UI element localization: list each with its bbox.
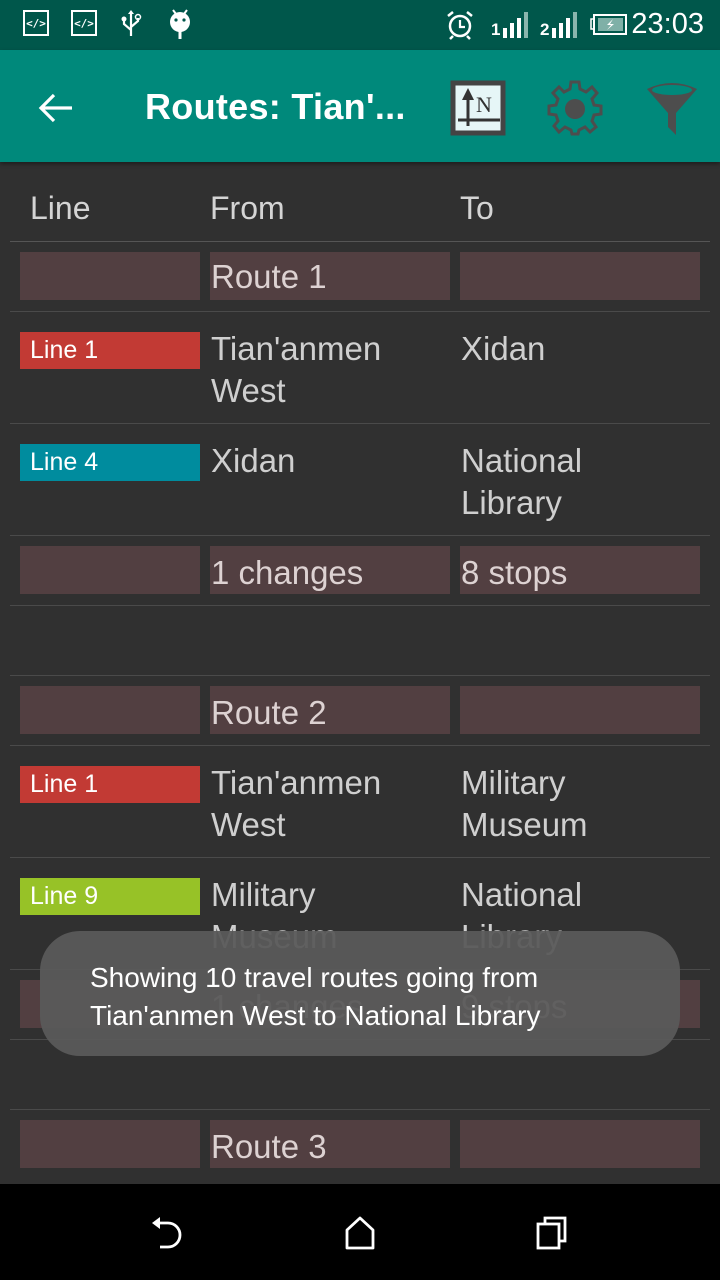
signal-sim1-icon: 1 (491, 10, 535, 40)
route-header-cell (20, 686, 200, 734)
line-badge: Line 1 (20, 332, 200, 369)
alarm-icon (447, 11, 473, 40)
route-title: Route 3 (211, 1128, 327, 1165)
column-header-to: To (460, 190, 494, 226)
signal-sim2-icon: 2 (540, 10, 584, 40)
code-icon: </> (71, 10, 97, 36)
north-orientation-button[interactable]: N (446, 76, 510, 140)
table-header: Line From To (10, 162, 710, 242)
from-station: Tian'anmen West (211, 764, 382, 843)
back-button[interactable] (32, 84, 80, 132)
android-debug-icon (170, 9, 190, 39)
recents-icon (536, 1216, 567, 1250)
gear-icon (547, 80, 603, 136)
to-station: Military Museum (461, 764, 588, 843)
north-arrow-icon: N (450, 80, 506, 136)
route-title: Route 1 (211, 258, 327, 295)
table-row[interactable]: Line 1 Tian'anmen West Xidan (10, 312, 710, 424)
filter-button[interactable] (640, 76, 704, 140)
svg-text:N: N (476, 92, 492, 117)
clock: 23:03 (631, 8, 704, 40)
code-icon: </> (23, 10, 49, 36)
toast-line-1: Showing 10 travel routes going from (90, 962, 539, 993)
column-header-line: Line (30, 190, 91, 226)
battery-charging-icon (590, 14, 627, 35)
table-row[interactable]: Line 1 Tian'anmen West Military Museum (10, 746, 710, 858)
column-header-from: From (210, 190, 285, 226)
nav-recents-button[interactable] (527, 1208, 577, 1258)
stops-count: 8 stops (461, 554, 568, 591)
usb-icon (121, 10, 142, 36)
nav-home-button[interactable] (335, 1208, 385, 1258)
from-station: Xidan (211, 442, 296, 479)
page-title: Routes: Tian'... (145, 86, 406, 127)
route-title: Route 2 (211, 694, 327, 731)
table-row[interactable]: Line 4 Xidan National Library (10, 424, 710, 536)
route-header-row[interactable]: Route 2 (10, 676, 710, 746)
route-header-cell (460, 686, 700, 734)
route-spacer (10, 606, 710, 676)
changes-count: 1 changes (211, 554, 364, 591)
status-bar: </> </> 1 2 23:03 (0, 0, 720, 50)
route-header-cell (460, 252, 700, 300)
route-summary-row[interactable]: 1 changes 8 stops (10, 536, 710, 606)
arrow-back-icon (38, 93, 72, 123)
route-header-row[interactable]: Route 3 (10, 1110, 710, 1180)
settings-button[interactable] (543, 76, 607, 140)
nav-back-button[interactable] (143, 1208, 193, 1258)
line-badge: Line 9 (20, 878, 200, 915)
home-icon (345, 1216, 375, 1250)
nav-back-icon (152, 1217, 182, 1249)
toast-line-2: Tian'anmen West to National Library (90, 1000, 541, 1031)
funnel-icon (647, 83, 697, 135)
summary-cell (20, 546, 200, 594)
route-header-cell (20, 1120, 200, 1168)
route-header-cell (460, 1120, 700, 1168)
toast-message: Showing 10 travel routes going from Tian… (40, 931, 680, 1056)
from-station: Tian'anmen West (211, 330, 382, 409)
line-badge: Line 4 (20, 444, 200, 481)
to-station: Xidan (461, 330, 546, 367)
to-station: NationalLibrary (461, 442, 583, 521)
line-badge: Line 1 (20, 766, 200, 803)
app-bar: Routes: Tian'... N (0, 50, 720, 162)
route-header-row[interactable]: Route 1 (10, 242, 710, 312)
navigation-bar (0, 1184, 720, 1280)
route-header-cell (20, 252, 200, 300)
